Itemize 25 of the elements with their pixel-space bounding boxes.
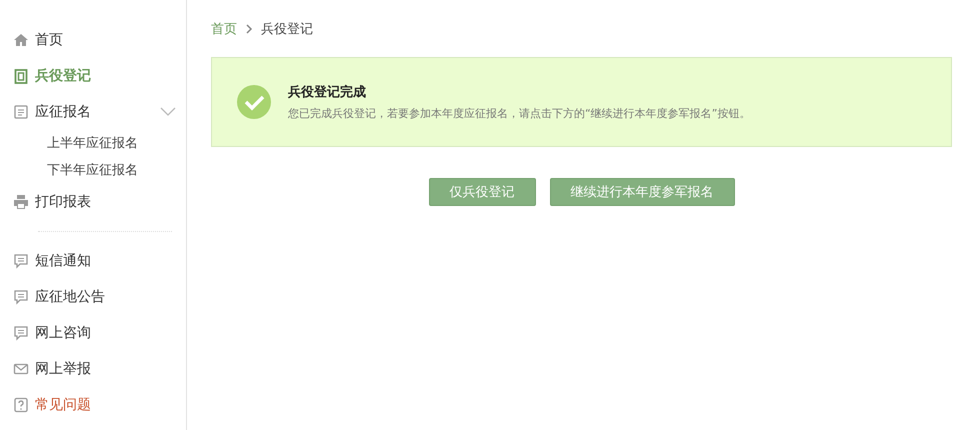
clipboard-icon — [13, 68, 29, 84]
alert-message: 您已完成兵役登记，若要参加本年度应征报名，请点击下方的“继续进行本年度参军报名”按钮。 — [288, 106, 750, 121]
chat-icon — [13, 253, 29, 269]
sidebar-item[interactable]: 应征报名 — [0, 94, 186, 130]
chevron-icon[interactable] — [160, 107, 176, 117]
submenu-item[interactable]: 下半年应征报名 — [0, 157, 186, 184]
home-icon — [13, 32, 29, 48]
document-icon — [13, 104, 29, 120]
sidebar-item[interactable]: 打印报表 — [0, 184, 186, 220]
mail-icon — [13, 361, 29, 377]
sidebar-item[interactable]: 首页 — [0, 22, 186, 58]
chevron-right-icon — [245, 24, 253, 34]
sidebar-item[interactable]: 网上咨询 — [0, 315, 186, 351]
chat-icon — [13, 289, 29, 305]
alert-title: 兵役登记完成 — [288, 84, 367, 101]
breadcrumb-link[interactable]: 兵役登记 — [261, 20, 313, 38]
sidebar-item[interactable]: 网上举报 — [0, 351, 186, 387]
printer-icon — [13, 194, 29, 210]
submenu-item[interactable]: 上半年应征报名 — [0, 130, 186, 157]
chat-icon — [13, 325, 29, 341]
question-icon — [13, 397, 29, 413]
sidebar-item[interactable]: 常见问题 — [0, 387, 186, 423]
sidebar-item[interactable]: 短信通知 — [0, 243, 186, 279]
check-icon — [236, 84, 272, 120]
sidebar-item[interactable]: 应征地公告 — [0, 279, 186, 315]
